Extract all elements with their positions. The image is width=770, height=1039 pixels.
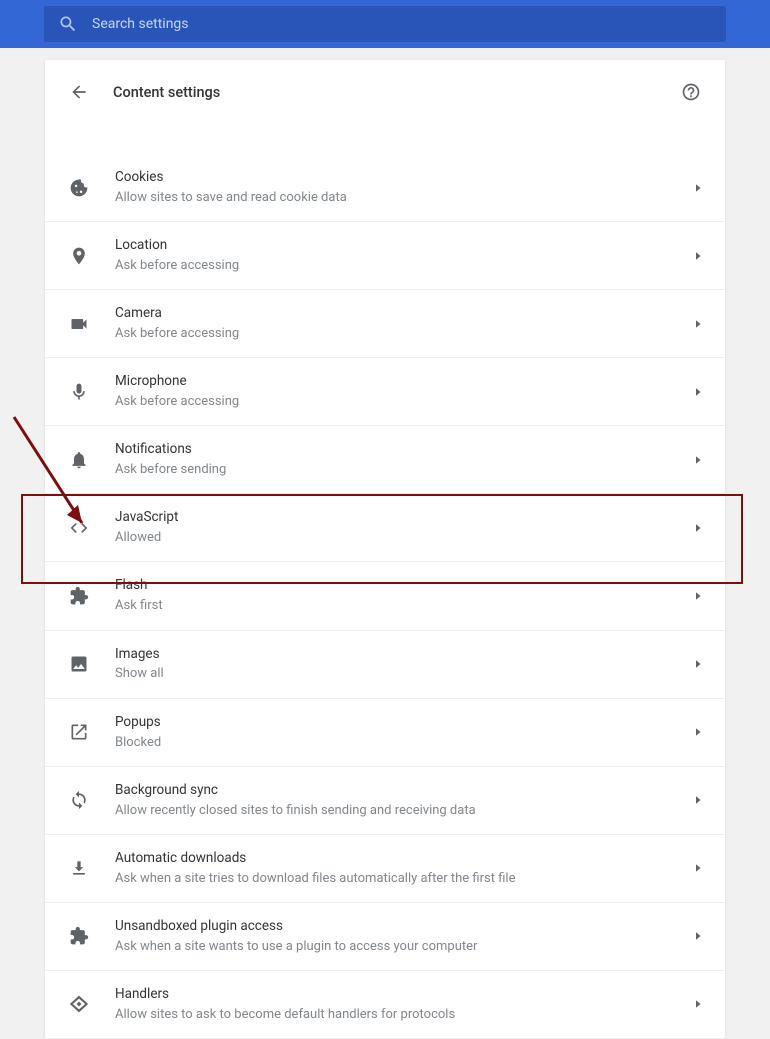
setting-row-javascript[interactable]: JavaScript Allowed: [45, 494, 725, 562]
row-subtitle: Ask before sending: [115, 461, 685, 479]
code-icon: [67, 516, 91, 540]
row-title: Location: [115, 236, 685, 255]
chevron-right-icon: [695, 863, 703, 873]
image-icon: [67, 652, 91, 676]
sync-icon: [67, 788, 91, 812]
row-subtitle: Ask before accessing: [115, 257, 685, 275]
chevron-right-icon: [695, 251, 703, 261]
top-bar: Search settings: [0, 0, 770, 48]
chevron-right-icon: [695, 455, 703, 465]
row-text: Flash Ask first: [115, 576, 695, 615]
location-icon: [67, 244, 91, 268]
setting-row-handlers[interactable]: Handlers Allow sites to ask to become def…: [45, 971, 725, 1039]
row-title: Background sync: [115, 781, 685, 800]
row-subtitle: Ask when a site wants to use a plugin to…: [115, 938, 685, 956]
chevron-right-icon: [695, 387, 703, 397]
row-title: Camera: [115, 304, 685, 323]
setting-row-notifications[interactable]: Notifications Ask before sending: [45, 426, 725, 494]
chevron-right-icon: [695, 319, 703, 329]
row-subtitle: Allow sites to ask to become default han…: [115, 1006, 685, 1024]
chevron-right-icon: [695, 931, 703, 941]
chevron-right-icon: [695, 591, 703, 601]
help-button[interactable]: [679, 80, 703, 104]
settings-card: Content settings Cookies Allow sites to s…: [45, 60, 725, 1039]
row-text: Handlers Allow sites to ask to become def…: [115, 985, 695, 1024]
setting-row-location[interactable]: Location Ask before accessing: [45, 222, 725, 290]
row-title: Automatic downloads: [115, 849, 685, 868]
puzzle-icon: [67, 924, 91, 948]
setting-row-flash[interactable]: Flash Ask first: [45, 562, 725, 630]
external-icon: [67, 720, 91, 744]
row-text: Camera Ask before accessing: [115, 304, 695, 343]
setting-row-automatic-downloads[interactable]: Automatic downloads Ask when a site tries…: [45, 835, 725, 903]
row-subtitle: Allow recently closed sites to finish se…: [115, 802, 685, 820]
row-title: Flash: [115, 576, 685, 595]
back-button[interactable]: [67, 80, 91, 104]
arrow-back-icon: [69, 82, 89, 102]
setting-row-cookies[interactable]: Cookies Allow sites to save and read cook…: [45, 154, 725, 222]
chevron-right-icon: [695, 523, 703, 533]
chevron-right-icon: [695, 659, 703, 669]
row-subtitle: Show all: [115, 665, 685, 683]
row-text: Notifications Ask before sending: [115, 440, 695, 479]
row-text: Popups Blocked: [115, 713, 695, 752]
puzzle-icon: [67, 584, 91, 608]
chevron-right-icon: [695, 795, 703, 805]
help-icon: [681, 82, 701, 102]
row-subtitle: Ask before accessing: [115, 393, 685, 411]
search-input[interactable]: Search settings: [44, 6, 726, 42]
row-text: Automatic downloads Ask when a site tries…: [115, 849, 695, 888]
chevron-right-icon: [695, 183, 703, 193]
row-title: Images: [115, 645, 685, 664]
row-subtitle: Allowed: [115, 529, 685, 547]
bell-icon: [67, 448, 91, 472]
setting-row-background-sync[interactable]: Background sync Allow recently closed sit…: [45, 767, 725, 835]
row-title: Handlers: [115, 985, 685, 1004]
row-text: Location Ask before accessing: [115, 236, 695, 275]
row-subtitle: Ask before accessing: [115, 325, 685, 343]
row-subtitle: Allow sites to save and read cookie data: [115, 189, 685, 207]
camera-icon: [67, 312, 91, 336]
row-text: JavaScript Allowed: [115, 508, 695, 547]
row-subtitle: Ask when a site tries to download files …: [115, 870, 685, 888]
setting-row-camera[interactable]: Camera Ask before accessing: [45, 290, 725, 358]
page-title: Content settings: [113, 84, 679, 101]
search-icon: [58, 14, 78, 34]
row-title: Unsandboxed plugin access: [115, 917, 685, 936]
search-placeholder: Search settings: [92, 16, 189, 32]
row-text: Background sync Allow recently closed sit…: [115, 781, 695, 820]
row-subtitle: Ask first: [115, 597, 685, 615]
row-text: ImagesShow all: [115, 645, 695, 684]
setting-row-unsandboxed-plugin-access[interactable]: Unsandboxed plugin access Ask when a site…: [45, 903, 725, 971]
row-title: JavaScript: [115, 508, 685, 527]
mic-icon: [67, 380, 91, 404]
setting-row-popups[interactable]: Popups Blocked: [45, 699, 725, 767]
row-subtitle: Blocked: [115, 734, 685, 752]
chevron-right-icon: [695, 727, 703, 737]
setting-row-images[interactable]: ImagesShow all: [45, 631, 725, 699]
row-title: Cookies: [115, 168, 685, 187]
row-text: Unsandboxed plugin access Ask when a site…: [115, 917, 695, 956]
download-icon: [67, 856, 91, 880]
settings-list: Cookies Allow sites to save and read cook…: [45, 124, 725, 1039]
card-header: Content settings: [45, 60, 725, 124]
chevron-right-icon: [695, 999, 703, 1009]
row-text: Cookies Allow sites to save and read cook…: [115, 168, 695, 207]
cookie-icon: [67, 176, 91, 200]
setting-row-microphone[interactable]: Microphone Ask before accessing: [45, 358, 725, 426]
row-title: Notifications: [115, 440, 685, 459]
row-title: Microphone: [115, 372, 685, 391]
row-text: Microphone Ask before accessing: [115, 372, 695, 411]
row-title: Popups: [115, 713, 685, 732]
handlers-icon: [67, 992, 91, 1016]
